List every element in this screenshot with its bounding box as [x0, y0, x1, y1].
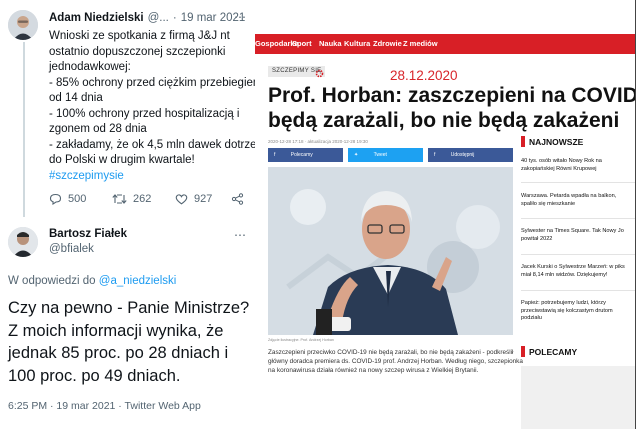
retweet-count: 262	[133, 193, 152, 205]
share-label: Polecamy	[290, 152, 313, 158]
title-line: będą zarażali, bo nie będą zakażeni	[268, 109, 620, 132]
lead-line: główny doradca premiera ds. COVID-19 pro…	[268, 358, 523, 365]
sidebar-item-line: Jacek Kurski o Sylwestrze Marzeń: w piks	[521, 264, 625, 270]
sidebar-item-line: zakopiańskiej Równi Krupowej	[521, 165, 597, 172]
facebook-share-button-2[interactable]: f Udostępnij	[428, 148, 513, 162]
tweet-line: od 14 dnia	[49, 92, 103, 104]
section-marker	[521, 346, 525, 357]
tweet-body: Czy na pewno - Panie Ministrze? Z moich …	[8, 297, 249, 387]
photo-caption: Zdjęcie ilustracyjne. Prof. Andrzej Horb…	[268, 338, 334, 342]
title-line: Prof. Horban: zaszczepieni na COVID-19 n…	[268, 84, 636, 107]
retweet-button[interactable]: 262	[112, 193, 151, 205]
like-count: 927	[194, 193, 213, 205]
section-marker	[521, 136, 525, 147]
nav-item[interactable]: Zdrowie	[373, 39, 402, 48]
author-handle[interactable]: @...	[148, 12, 169, 24]
more-icon[interactable]: ⋯	[234, 228, 246, 242]
sidebar-item-line: Warszawa. Petarda wpadła na balkon,	[521, 193, 617, 199]
main-nav: Gospodarka Sport Nauka Kultura Zdrowie Z…	[255, 34, 636, 54]
divider	[521, 218, 636, 219]
share-label: Udostępnij	[450, 152, 475, 158]
reply-to-link[interactable]: @a_niedzielski	[99, 275, 177, 287]
tweet-line: 100 proc. po 49 dniach.	[8, 366, 181, 385]
tweet-line: Wnioski ze spotkania z firmą J&J nt	[49, 30, 230, 42]
tweet-line: Czy na pewno - Panie Ministrze?	[8, 299, 250, 317]
hashtag-link[interactable]: #szczepimysie	[49, 169, 262, 185]
sidebar-item-line: podziału	[521, 315, 542, 321]
share-icon	[231, 193, 244, 205]
facebook-share-button[interactable]: f Polecamy	[268, 148, 343, 162]
retweet-icon	[112, 194, 127, 204]
article-dateline: 2020-12-28 17:18 · aktualizacja 2020-12-…	[268, 139, 368, 144]
facebook-icon: f	[274, 152, 276, 158]
nav-item[interactable]: Z mediów	[403, 39, 438, 48]
like-button[interactable]: 927	[175, 193, 212, 205]
news-page: Gospodarka Sport Nauka Kultura Zdrowie Z…	[255, 0, 636, 429]
heart-icon	[175, 194, 188, 205]
author-avatar[interactable]	[8, 227, 38, 257]
tweet-line: - 85% ochrony przed ciężkim przebiegiem	[49, 76, 263, 89]
reply-button[interactable]: 500	[49, 193, 86, 205]
sidebar-item-line: powitał 2022	[521, 235, 553, 242]
tweet-line: zgonem od 28 dnia	[49, 123, 147, 135]
sidebar-title-2: POLECAMY	[529, 347, 578, 357]
tweet-line: - 100% ochrony przed hospitalizacją i	[49, 107, 240, 120]
article-lead: Zaszczepieni przeciwko COVID-19 nie będą…	[268, 348, 523, 375]
thread-line	[23, 42, 25, 217]
tweet-line: - zakładamy, że ok 4,5 mln dawek dotrze	[49, 138, 257, 151]
tweet-body: Wnioski ze spotkania z firmą J&J nt osta…	[49, 29, 262, 184]
tweet-footer[interactable]: 6:25 PM · 19 mar 2021 · Twitter Web App	[8, 400, 201, 412]
author-handle[interactable]: @bfialek	[49, 243, 94, 255]
author-avatar[interactable]	[8, 10, 38, 40]
divider	[521, 254, 636, 255]
date-stamp: 28.12.2020	[390, 68, 458, 83]
tweet-line: ostatnio dopuszczonej szczepionki	[49, 45, 226, 58]
tweet-line: Z moich informacji wynika, że	[8, 321, 224, 340]
nav-item[interactable]: Nauka	[319, 39, 342, 48]
share-label: Tweet	[373, 152, 387, 158]
nav-item[interactable]: Sport	[292, 39, 312, 48]
gear-icon	[314, 66, 325, 78]
twitter-panel: Adam Niedzielski @... · 19 mar 2021 ⋯ Wn…	[0, 0, 262, 429]
facebook-icon: f	[434, 152, 436, 158]
reply-prefix: W odpowiedzi do	[8, 275, 96, 287]
nav-item[interactable]: Kultura	[344, 39, 370, 48]
sidebar-item[interactable]: Jacek Kurski o Sylwestrze Marzeń: w piks…	[521, 264, 636, 279]
sidebar-item-line: Sylwester na Times Square. Tak Nowy Jo	[521, 228, 624, 234]
sidebar-item[interactable]: Sylwester na Times Square. Tak Nowy Jo p…	[521, 228, 636, 243]
twitter-bird-icon: ✦	[354, 152, 359, 158]
tweet-line: do Polski w drugim kwartale!	[49, 154, 195, 166]
sidebar-item[interactable]: 40 tys. osób witało Nowy Rok na zakopiań…	[521, 158, 636, 173]
sidebar-item[interactable]: Papież: potrzebujemy ludzi, którzy przec…	[521, 300, 636, 323]
divider	[521, 182, 636, 183]
share-button[interactable]	[231, 193, 244, 205]
sidebar-item-line: spaliło się mieszkanie	[521, 200, 576, 207]
more-icon[interactable]: ⋯	[234, 10, 246, 24]
author-name[interactable]: Bartosz Fiałek	[49, 228, 127, 240]
divider	[521, 290, 636, 291]
twitter-share-button[interactable]: ✦ Tweet	[348, 148, 423, 162]
sidebar-item-line: przeciwstawią się kolczastym drutom	[521, 307, 613, 314]
reply-context: W odpowiedzi do @a_niedzielski	[8, 275, 176, 287]
reply-icon	[49, 193, 62, 205]
sidebar-item-line: 40 tys. osób witało Nowy Rok na	[521, 158, 602, 164]
sidebar-item-line: Papież: potrzebujemy ludzi, którzy	[521, 300, 606, 306]
reply-count: 500	[68, 193, 87, 205]
lead-line: na koronawirusa działa również na nowy s…	[268, 367, 479, 374]
author-name[interactable]: Adam Niedzielski	[49, 12, 144, 24]
article-photo[interactable]	[268, 167, 513, 335]
meta-dot: ·	[172, 12, 177, 24]
tweet-line: jednak 85 proc. po 28 dniach i	[8, 344, 229, 362]
recommended-thumbnail[interactable]	[521, 366, 636, 429]
sidebar-title: NAJNOWSZE	[529, 137, 584, 147]
article-title: Prof. Horban: zaszczepieni na COVID-19 n…	[268, 83, 636, 133]
tweet-line: jednodawkowej:	[49, 61, 131, 73]
lead-line: Zaszczepieni przeciwko COVID-19 nie będą…	[268, 349, 514, 356]
sidebar-item-line: miał 8,14 mln widzów. Dziękujemy!	[521, 271, 608, 278]
sidebar-item[interactable]: Warszawa. Petarda wpadła na balkon, spal…	[521, 193, 636, 208]
